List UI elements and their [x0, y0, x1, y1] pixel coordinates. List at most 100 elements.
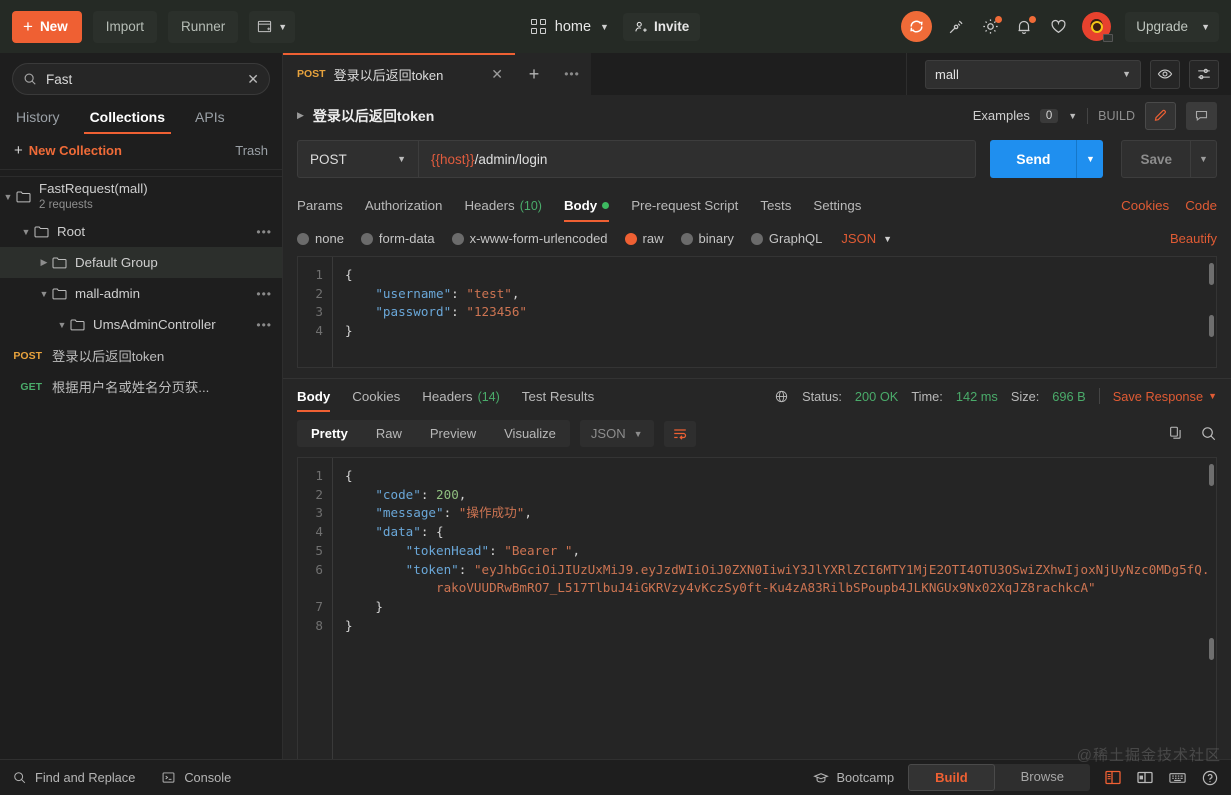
browse-tab[interactable]: Browse — [995, 764, 1090, 791]
tab-params[interactable]: Params — [297, 198, 343, 222]
response-tab-body[interactable]: Body — [297, 389, 330, 412]
environment-select[interactable]: mall ▼ — [925, 60, 1141, 89]
chevron-right-icon[interactable]: ▶ — [36, 257, 52, 268]
favorites-button[interactable] — [1048, 17, 1068, 37]
view-visualize[interactable]: Visualize — [490, 420, 570, 447]
response-body-code[interactable]: { "code": 200, "message": "操作成功", "data"… — [332, 458, 1216, 759]
sidebar-tab-apis[interactable]: APIs — [193, 103, 227, 134]
request-body-editor[interactable]: 1234 { "username": "test", "password": "… — [297, 256, 1217, 368]
tab-pre-request-script[interactable]: Pre-request Script — [631, 198, 738, 222]
view-pretty[interactable]: Pretty — [297, 420, 362, 447]
search-icon[interactable] — [1200, 425, 1217, 442]
response-scrollbar-thumb-top[interactable] — [1209, 464, 1214, 486]
edit-mode-button[interactable] — [1145, 102, 1176, 130]
tab-tests[interactable]: Tests — [760, 198, 791, 222]
body-mode-graphql[interactable]: GraphQL — [751, 231, 822, 246]
view-raw[interactable]: Raw — [362, 420, 416, 447]
search-box[interactable]: ✕ — [12, 63, 270, 95]
trash-button[interactable]: Trash — [235, 143, 268, 158]
cookies-link[interactable]: Cookies — [1121, 198, 1169, 222]
folder-item-umsadmincontroller[interactable]: ▼ UmsAdminController ••• — [0, 309, 282, 340]
more-options-icon[interactable]: ••• — [256, 225, 272, 239]
satellite-button[interactable] — [946, 17, 966, 37]
search-input[interactable] — [46, 72, 238, 87]
build-tab[interactable]: Build — [908, 764, 995, 791]
close-icon[interactable]: ✕ — [479, 66, 503, 83]
response-scrollbar-thumb-bottom[interactable] — [1209, 638, 1214, 660]
beautify-button[interactable]: Beautify — [1170, 231, 1217, 246]
response-tab-cookies[interactable]: Cookies — [352, 389, 400, 412]
sidebar-tab-collections[interactable]: Collections — [88, 103, 167, 134]
request-item-list[interactable]: GET 根据用户名或姓名分页获... — [0, 371, 282, 402]
body-mode-none[interactable]: none — [297, 231, 344, 246]
send-button[interactable]: Send — [990, 140, 1076, 178]
split-layout-icon[interactable] — [1136, 769, 1154, 786]
bootcamp-button[interactable]: Bootcamp — [813, 770, 895, 786]
wrap-lines-button[interactable] — [664, 421, 696, 447]
tab-authorization[interactable]: Authorization — [365, 198, 443, 222]
folder-item-root[interactable]: ▼ Root ••• — [0, 216, 282, 247]
response-tab-test-results[interactable]: Test Results — [522, 389, 594, 412]
console-button[interactable]: Console — [161, 770, 231, 785]
response-format-select[interactable]: JSON ▼ — [580, 420, 654, 447]
new-window-button[interactable]: ▼ — [249, 11, 295, 43]
body-mode-form-data[interactable]: form-data — [361, 231, 435, 246]
sync-button[interactable] — [901, 11, 932, 42]
folder-item-default-group[interactable]: ▶ Default Group — [0, 247, 282, 278]
chevron-down-icon[interactable]: ▼ — [36, 289, 52, 299]
request-body-code[interactable]: { "username": "test", "password": "12345… — [332, 257, 1216, 367]
url-input[interactable]: {{host}}/admin/login — [419, 140, 976, 178]
request-scrollbar-thumb-top[interactable] — [1209, 263, 1214, 285]
tab-headers[interactable]: Headers (10) — [464, 198, 542, 222]
more-options-icon[interactable]: ••• — [256, 318, 272, 332]
save-button[interactable]: Save — [1121, 140, 1191, 178]
tab-settings[interactable]: Settings — [813, 198, 861, 222]
new-button[interactable]: + New — [12, 11, 82, 43]
http-method-select[interactable]: POST ▼ — [297, 140, 419, 178]
view-preview[interactable]: Preview — [416, 420, 490, 447]
find-and-replace-button[interactable]: Find and Replace — [12, 770, 135, 785]
chevron-down-icon[interactable]: ▼ — [0, 192, 16, 202]
comment-button[interactable] — [1186, 102, 1217, 130]
request-scrollbar-thumb-bottom[interactable] — [1209, 315, 1214, 337]
request-tab-login[interactable]: POST 登录以后返回token ✕ — [283, 53, 515, 95]
two-pane-layout-icon[interactable] — [1104, 769, 1122, 786]
send-options-button[interactable]: ▼ — [1076, 140, 1103, 178]
folder-item-mall-admin[interactable]: ▼ mall-admin ••• — [0, 278, 282, 309]
body-format-select[interactable]: JSON ▼ — [841, 231, 892, 246]
environment-settings-button[interactable] — [1189, 60, 1219, 89]
new-collection-button[interactable]: + New Collection — [14, 142, 122, 159]
import-button[interactable]: Import — [93, 11, 157, 43]
tab-options-button[interactable]: ••• — [553, 53, 591, 95]
collection-item-fastrequest[interactable]: ▼ FastRequest(mall) 2 requests — [0, 176, 282, 216]
invite-button[interactable]: Invite — [623, 13, 700, 41]
keyboard-icon[interactable] — [1168, 769, 1187, 786]
response-tab-headers[interactable]: Headers (14) — [422, 389, 500, 412]
sidebar-tab-history[interactable]: History — [14, 103, 62, 134]
save-options-button[interactable]: ▼ — [1191, 140, 1217, 178]
body-mode-raw[interactable]: raw — [625, 231, 664, 246]
help-icon[interactable] — [1201, 769, 1219, 787]
more-options-icon[interactable]: ••• — [256, 287, 272, 301]
chevron-down-icon[interactable]: ▼ — [1068, 111, 1077, 121]
user-avatar[interactable] — [1082, 12, 1111, 41]
chevron-right-icon[interactable]: ▶ — [297, 110, 304, 121]
body-mode-urlencoded[interactable]: x-www-form-urlencoded — [452, 231, 608, 246]
request-item-login[interactable]: POST 登录以后返回token — [0, 340, 282, 371]
tab-body[interactable]: Body — [564, 198, 609, 222]
save-response-button[interactable]: Save Response ▼ — [1113, 389, 1217, 404]
response-body-editor[interactable]: 123456 78 { "code": 200, "message": "操作成… — [297, 457, 1217, 759]
chevron-down-icon[interactable]: ▼ — [18, 227, 34, 237]
new-tab-button[interactable]: + — [515, 53, 553, 95]
clear-search-icon[interactable]: ✕ — [247, 71, 259, 88]
body-mode-binary[interactable]: binary — [681, 231, 734, 246]
copy-icon[interactable] — [1168, 425, 1184, 442]
workspace-selector[interactable]: home ▼ — [531, 19, 609, 35]
upgrade-button[interactable]: Upgrade ▼ — [1125, 12, 1219, 42]
notifications-button[interactable] — [1014, 17, 1034, 37]
code-link[interactable]: Code — [1185, 198, 1217, 222]
settings-button[interactable] — [980, 17, 1000, 37]
chevron-down-icon[interactable]: ▼ — [54, 320, 70, 330]
runner-button[interactable]: Runner — [168, 11, 238, 43]
environment-quicklook-button[interactable] — [1150, 60, 1180, 89]
